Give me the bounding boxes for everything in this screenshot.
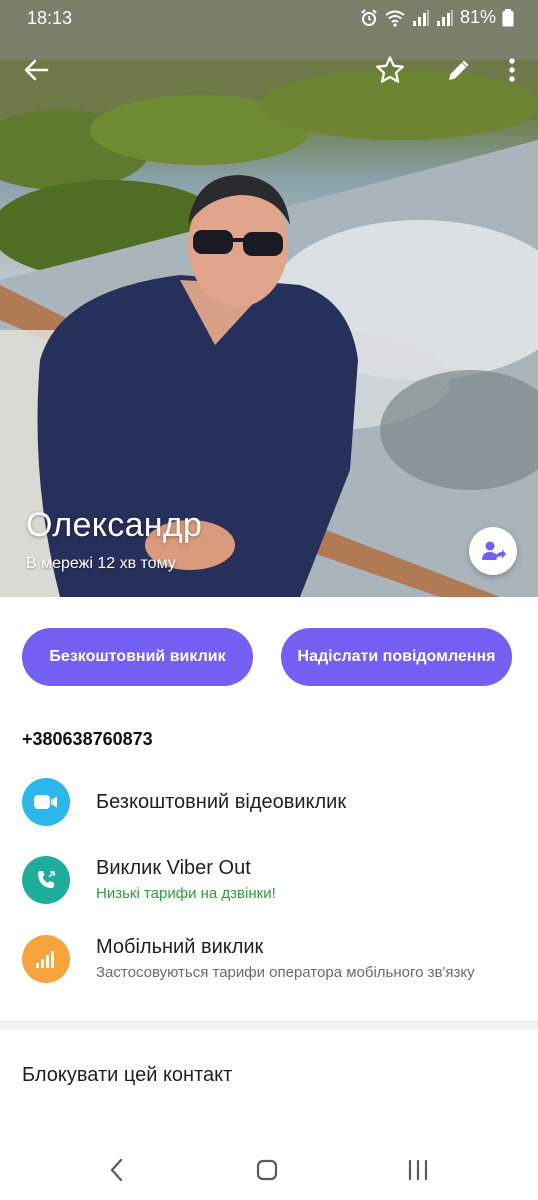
wifi-icon bbox=[385, 10, 405, 27]
video-camera-icon bbox=[22, 778, 70, 826]
option-title: Виклик Viber Out bbox=[96, 857, 251, 879]
mobile-call-option[interactable]: Мобільний виклик Застосовуються тарифи о… bbox=[0, 925, 538, 995]
share-contact-icon bbox=[482, 541, 506, 560]
signal-2-icon bbox=[436, 9, 453, 26]
share-contact-button[interactable] bbox=[469, 527, 517, 575]
phone-number[interactable]: +380638760873 bbox=[22, 729, 153, 750]
contact-photo-header: 18:13 81% Олександр В мережі 12 хв тому bbox=[0, 0, 538, 597]
contact-name: Олександр bbox=[26, 506, 203, 544]
signal-bars-icon bbox=[22, 935, 70, 983]
star-icon[interactable] bbox=[372, 52, 408, 88]
contact-online-status: В мережі 12 хв тому bbox=[26, 555, 176, 572]
phone-out-icon bbox=[22, 856, 70, 904]
option-subtitle: Низькі тарифи на дзвінки! bbox=[96, 885, 276, 902]
back-arrow-icon[interactable] bbox=[18, 52, 54, 88]
status-bar: 18:13 81% bbox=[0, 0, 538, 36]
status-icons: 81% bbox=[360, 7, 514, 28]
nav-back-icon[interactable] bbox=[97, 1150, 137, 1190]
battery-icon bbox=[502, 8, 514, 26]
more-vertical-icon[interactable] bbox=[494, 52, 530, 88]
signal-icon bbox=[412, 9, 429, 26]
alarm-icon bbox=[361, 8, 377, 26]
option-subtitle: Застосовуються тарифи оператора мобільно… bbox=[96, 964, 475, 981]
system-nav-bar bbox=[0, 1140, 538, 1200]
battery-percent: 81% bbox=[459, 7, 496, 27]
nav-recent-apps-icon[interactable] bbox=[398, 1150, 438, 1190]
option-title: Безкоштовний відеовиклик bbox=[96, 791, 347, 813]
send-message-button[interactable]: Надіслати повідомлення bbox=[281, 628, 512, 686]
section-divider bbox=[0, 1021, 538, 1030]
pencil-icon[interactable] bbox=[441, 52, 477, 88]
viber-out-call-option[interactable]: Виклик Viber Out Низькі тарифи на дзвінк… bbox=[0, 846, 538, 916]
free-video-call-option[interactable]: Безкоштовний відеовиклик bbox=[0, 768, 538, 838]
nav-home-icon[interactable] bbox=[247, 1150, 287, 1190]
status-time: 18:13 bbox=[27, 8, 73, 28]
option-title: Мобільний виклик bbox=[96, 936, 264, 958]
block-contact-button[interactable]: Блокувати цей контакт bbox=[22, 1064, 232, 1087]
free-call-button[interactable]: Безкоштовний виклик bbox=[22, 628, 253, 686]
